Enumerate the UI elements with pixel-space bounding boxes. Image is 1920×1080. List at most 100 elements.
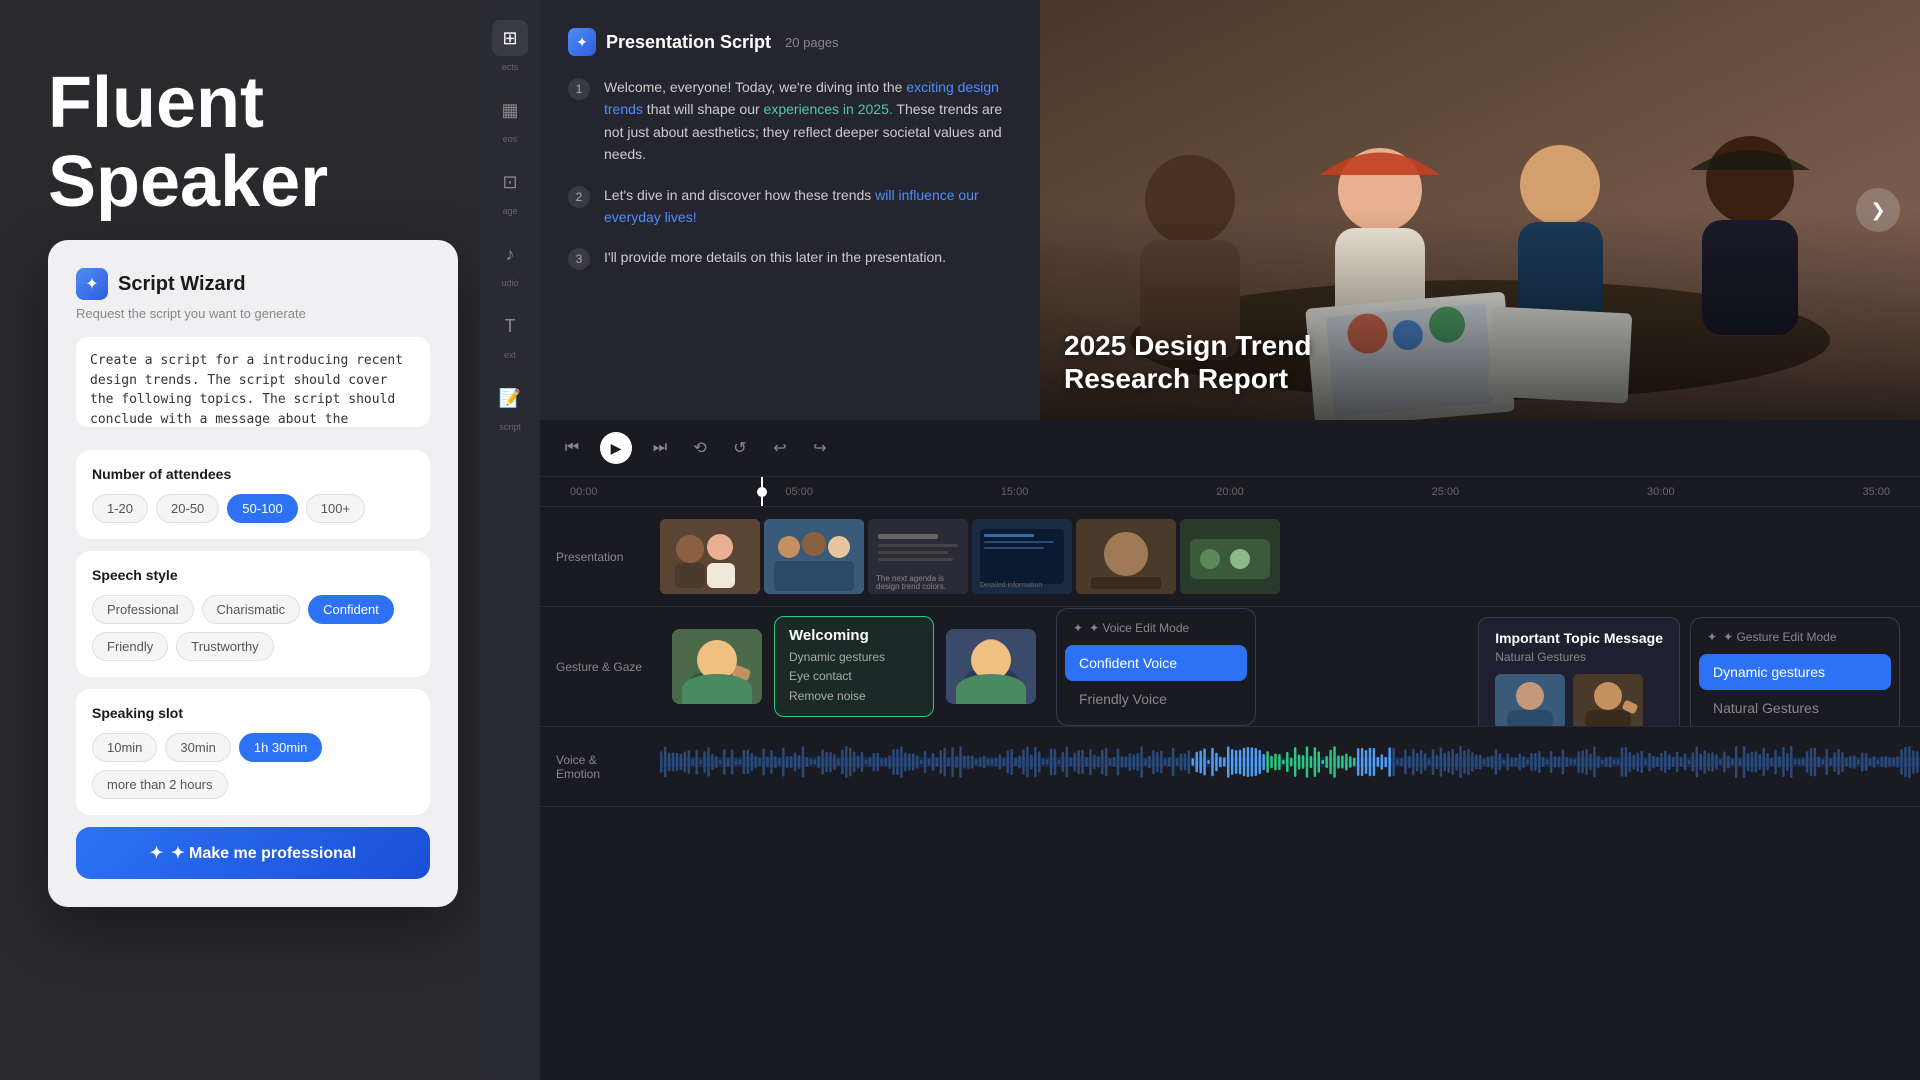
script-num-2: 2 [568,186,590,208]
attendees-title: Number of attendees [92,466,414,482]
gesture-dropdown: ✦ ✦ Gesture Edit Mode Dynamic gestures N… [1690,617,1900,726]
script-item-2: 2 Let's dive in and discover how these t… [568,184,1012,229]
mark-30: 30:00 [1647,486,1675,498]
slide-thumb-3[interactable]: The next agenda is design trend colors. [868,519,968,594]
gesture-detail-3: Remove noise [789,687,919,706]
voice-edit-icon: ✦ [1073,621,1083,635]
script-text-1: Welcome, everyone! Today, we're diving i… [604,76,1012,166]
gesture-option-dynamic[interactable]: Dynamic gestures [1699,654,1891,690]
voice-track-row: Voice & Emotion [540,727,1920,807]
voice-option-friendly[interactable]: Friendly Voice [1065,681,1247,717]
sidebar-label-audio: udio [501,278,518,288]
waveform-svg [660,727,1920,797]
play-button[interactable]: ▶ [600,432,632,464]
sidebar-item-audio[interactable]: ♪ [492,236,528,272]
sidebar-item-videos[interactable]: ▦ [492,92,528,128]
tag-1-20[interactable]: 1-20 [92,494,148,523]
highlight-experiences: experiences in 2025. [764,101,893,117]
tag-more-2h[interactable]: more than 2 hours [92,770,228,799]
sidebar-item-script[interactable]: 📝 [492,380,528,416]
tag-professional[interactable]: Professional [92,595,194,624]
script-icon: ✦ [568,28,596,56]
presentation-track-row: Presentation [540,507,1920,607]
skip-end-button[interactable]: ⏭ [648,436,672,460]
gesture-track-label: Gesture & Gaze [540,660,660,674]
welcoming-info-box: Welcoming Dynamic gestures Eye contact R… [774,616,934,717]
slide-thumb-4[interactable]: Detailed information [972,519,1072,594]
topic-message-title: Important Topic Message [1495,630,1663,646]
playhead-dot [757,487,767,497]
topic-message-thumbs [1495,674,1663,726]
topic-thumb-1 [1495,674,1565,726]
slide-thumbnails: The next agenda is design trend colors. [660,507,1920,606]
svg-text:design trend colors.: design trend colors. [876,582,946,591]
ruler-track: 00:00 05:00 15:00 20:00 25:00 30:00 35:0… [560,477,1900,506]
undo-button[interactable]: ↩ [768,436,792,460]
redo-button[interactable]: ↪ [808,436,832,460]
gesture-dropdown-title: ✦ Gesture Edit Mode [1723,630,1836,644]
gesture-option-natural[interactable]: Natural Gestures [1699,690,1891,726]
top-section: ✦ Presentation Script 20 pages 1 Welcome… [540,0,1920,420]
tag-friendly[interactable]: Friendly [92,632,168,661]
voice-option-confident[interactable]: Confident Voice [1065,645,1247,681]
people-scene: 2025 Design Trend Research Report ❯ [1040,0,1920,420]
sidebar-label-script: script [499,422,521,432]
slide-thumb-6[interactable] [1180,519,1280,594]
mark-20: 20:00 [1216,486,1244,498]
slide-thumb-1[interactable] [660,519,760,594]
voice-dropdown: ✦ ✦ Voice Edit Mode Confident Voice Frie… [1056,608,1256,726]
script-item-3: 3 I'll provide more details on this late… [568,246,1012,270]
script-input[interactable]: Create a script for a introducing recent… [76,337,430,427]
attendees-tags: 1-20 20-50 50-100 100+ [92,494,414,523]
tag-20-50[interactable]: 20-50 [156,494,219,523]
wizard-card: ✦ Script Wizard Request the script you w… [48,240,458,907]
gesture-track-content: Welcoming Dynamic gestures Eye contact R… [660,607,1920,726]
cta-label: ✦ Make me professional [171,843,356,863]
wizard-icon: ✦ [76,268,108,300]
skip-start-button[interactable]: ⏮ [560,436,584,460]
tag-trustworthy[interactable]: Trustworthy [176,632,273,661]
mark-25: 25:00 [1432,486,1460,498]
tag-charismatic[interactable]: Charismatic [202,595,301,624]
script-text-3: I'll provide more details on this later … [604,246,946,270]
make-professional-button[interactable]: ✦ ✦ Make me professional [76,827,430,879]
svg-text:Detailed information: Detailed information [980,582,1042,589]
script-title: Presentation Script [606,32,771,53]
voice-track-content [660,727,1920,806]
tag-30min[interactable]: 30min [165,733,230,762]
script-text-2: Let's dive in and discover how these tre… [604,184,1012,229]
slide-thumb-2[interactable] [764,519,864,594]
loop-button[interactable]: ⟲ [688,436,712,460]
slide-thumb-5[interactable] [1076,519,1176,594]
next-button[interactable]: ❯ [1856,188,1900,232]
sidebar-item-image[interactable]: ⊡ [492,164,528,200]
mark-0: 00:00 [570,486,598,498]
tag-100plus[interactable]: 100+ [306,494,365,523]
content-panel: ✦ Presentation Script 20 pages 1 Welcome… [540,0,1920,1080]
gesture-person-1 [672,629,762,704]
script-num-1: 1 [568,78,590,100]
tag-1h30[interactable]: 1h 30min [239,733,322,762]
timeline-ruler: 00:00 05:00 15:00 20:00 25:00 30:00 35:0… [540,477,1920,507]
mark-15: 15:00 [1001,486,1029,498]
gesture-dropdown-header: ✦ ✦ Gesture Edit Mode [1699,626,1891,648]
welcoming-label: Welcoming [789,627,919,644]
speech-style-section: Speech style Professional Charismatic Co… [76,551,430,677]
playhead[interactable] [761,477,763,506]
voice-track-label: Voice & Emotion [540,753,660,781]
speech-style-tags: Professional Charismatic Confident Frien… [92,595,414,661]
topic-message: Important Topic Message Natural Gestures [1478,617,1680,726]
highlight-influence: will influence our everyday lives! [604,187,979,225]
gesture-track-row: Gesture & Gaze [540,607,1920,727]
speaking-slot-section: Speaking slot 10min 30min 1h 30min more … [76,689,430,815]
tag-10min[interactable]: 10min [92,733,157,762]
presentation-track-label: Presentation [540,550,660,564]
presentation-track-content: The next agenda is design trend colors. [660,507,1920,606]
sidebar-item-text[interactable]: T [492,308,528,344]
topic-message-sub: Natural Gestures [1495,650,1663,664]
tag-confident[interactable]: Confident [308,595,394,624]
sidebar-item-projects[interactable]: ⊞ [492,20,528,56]
loop2-button[interactable]: ↺ [728,436,752,460]
tag-50-100[interactable]: 50-100 [227,494,297,523]
mark-5: 05:00 [785,486,813,498]
